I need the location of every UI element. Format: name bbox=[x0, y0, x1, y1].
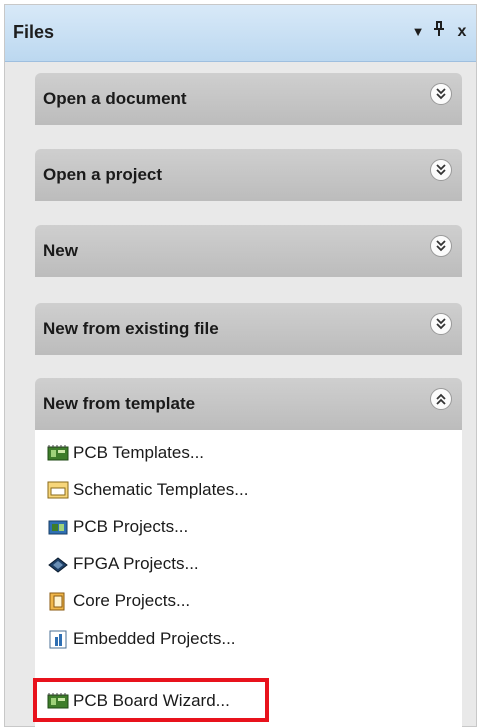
close-icon[interactable]: x bbox=[453, 21, 471, 43]
chevron-double-up-icon[interactable] bbox=[430, 388, 452, 410]
chevron-double-down-icon[interactable] bbox=[430, 83, 452, 105]
chevron-double-down-icon[interactable] bbox=[430, 159, 452, 181]
pcb-project-icon bbox=[47, 516, 69, 538]
section-label: New bbox=[43, 241, 78, 260]
section-label: Open a project bbox=[43, 165, 163, 184]
pcb-templates-link[interactable]: PCB Templates... bbox=[47, 438, 447, 468]
pcb-projects-link[interactable]: PCB Projects... bbox=[47, 512, 447, 542]
files-panel: Files ▼ x Open a document Open a project… bbox=[4, 4, 477, 728]
core-projects-link[interactable]: Core Projects... bbox=[47, 586, 447, 616]
section-label: Open a document bbox=[43, 89, 187, 108]
embedded-projects-link[interactable]: Embedded Projects... bbox=[47, 624, 447, 654]
item-label: Schematic Templates... bbox=[73, 480, 249, 499]
panel-header: Files ▼ x bbox=[5, 5, 476, 62]
highlight-box bbox=[33, 678, 269, 722]
section-open-project[interactable]: Open a project bbox=[35, 149, 462, 201]
chevron-double-down-icon[interactable] bbox=[430, 235, 452, 257]
item-label: PCB Projects... bbox=[73, 517, 189, 536]
core-project-icon bbox=[47, 590, 69, 612]
item-label: FPGA Projects... bbox=[73, 554, 199, 573]
schematic-templates-link[interactable]: Schematic Templates... bbox=[47, 475, 447, 505]
section-new-from-template[interactable]: New from template bbox=[35, 378, 462, 430]
item-label: Core Projects... bbox=[73, 591, 191, 610]
item-label: PCB Templates... bbox=[73, 443, 205, 462]
dropdown-icon[interactable]: ▼ bbox=[409, 21, 427, 43]
section-new[interactable]: New bbox=[35, 225, 462, 277]
embedded-project-icon bbox=[47, 628, 69, 650]
section-label: New from existing file bbox=[43, 319, 219, 338]
section-label: New from template bbox=[43, 394, 196, 413]
schematic-icon bbox=[47, 479, 69, 501]
chevron-double-down-icon[interactable] bbox=[430, 313, 452, 335]
pin-icon[interactable] bbox=[430, 21, 448, 43]
panel-title: Files bbox=[13, 22, 55, 42]
section-open-document[interactable]: Open a document bbox=[35, 73, 462, 125]
item-label: Embedded Projects... bbox=[73, 629, 236, 648]
fpga-projects-link[interactable]: FPGA Projects... bbox=[47, 549, 447, 579]
fpga-chip-icon bbox=[47, 553, 69, 575]
pcb-board-icon bbox=[47, 442, 69, 464]
section-new-from-existing[interactable]: New from existing file bbox=[35, 303, 462, 355]
